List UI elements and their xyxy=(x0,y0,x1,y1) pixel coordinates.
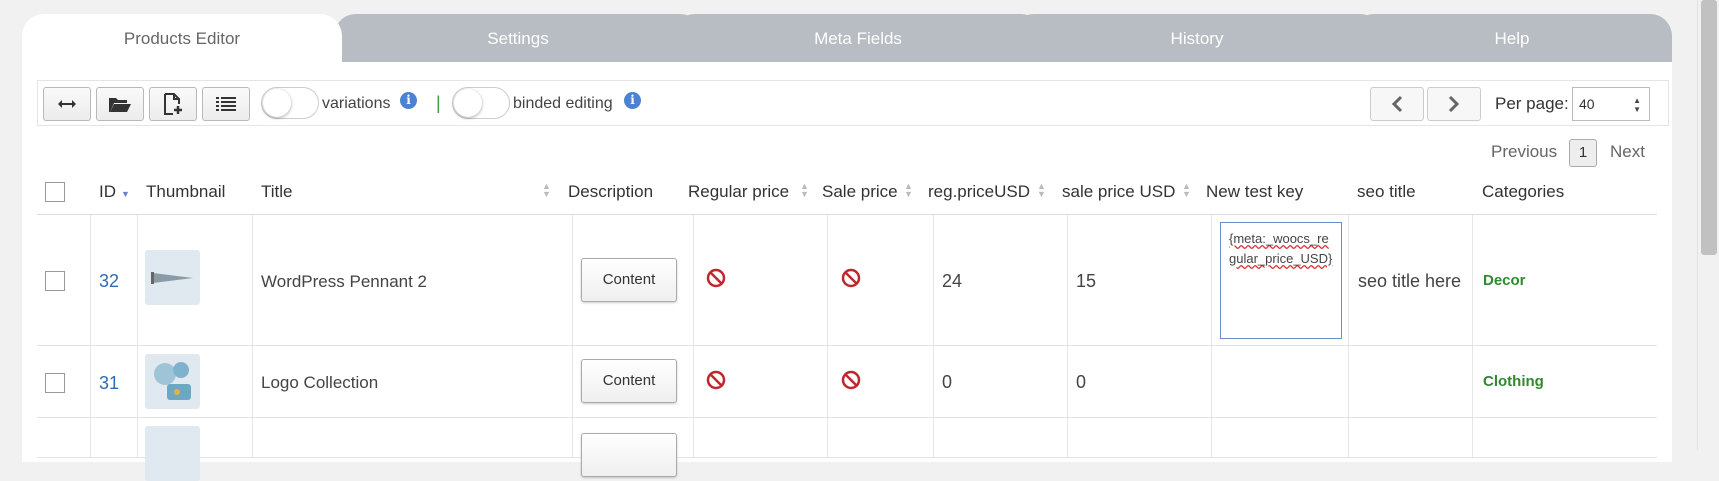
select-arrows-icon: ▲ ▼ xyxy=(1633,96,1641,114)
column-header-id[interactable]: ID xyxy=(99,182,116,202)
sort-icon: ▲ ▼ xyxy=(904,181,913,199)
no-value-icon[interactable] xyxy=(706,268,726,288)
product-thumbnail[interactable] xyxy=(145,250,200,305)
columns-list-button[interactable] xyxy=(202,87,250,121)
tab-bar: Products Editor Settings Meta Fields His… xyxy=(22,14,1672,64)
reg-price-usd-value[interactable]: 0 xyxy=(942,372,952,393)
description-content-button[interactable]: Content xyxy=(581,258,677,302)
chevron-left-icon xyxy=(1391,95,1403,113)
per-page-select[interactable]: 40 ▲ ▼ xyxy=(1572,87,1650,121)
tab-meta-fields[interactable]: Meta Fields xyxy=(673,14,1043,64)
tab-settings[interactable]: Settings xyxy=(334,14,702,64)
sort-icon: ▲ ▼ xyxy=(1037,181,1046,199)
sort-icon: ▲ ▼ xyxy=(1182,181,1191,199)
column-header-reg-price-usd[interactable]: reg.priceUSD xyxy=(928,182,1030,202)
description-content-button[interactable]: Content xyxy=(581,359,677,403)
table-row[interactable]: 32 WordPress Pennant 2 Content 24 15 {me… xyxy=(37,215,1657,346)
product-id-link[interactable]: 32 xyxy=(99,271,119,292)
pagination-previous[interactable]: Previous xyxy=(1491,142,1557,162)
variations-toggle[interactable] xyxy=(261,87,319,119)
binded-editing-info-icon[interactable]: i xyxy=(624,92,641,109)
toggle-knob xyxy=(454,89,482,117)
column-header-new-test-key: New test key xyxy=(1206,182,1304,201)
chevron-right-icon xyxy=(1448,95,1460,113)
open-folder-button[interactable] xyxy=(96,87,144,121)
no-value-icon[interactable] xyxy=(841,370,861,390)
prev-page-button[interactable] xyxy=(1370,87,1424,121)
product-title[interactable]: Logo Collection xyxy=(261,373,378,393)
folder-open-icon xyxy=(109,98,131,112)
product-title[interactable]: WordPress Pennant 2 xyxy=(261,272,427,292)
toolbar: variations i | binded editing i Per page… xyxy=(37,80,1669,126)
next-page-button[interactable] xyxy=(1427,87,1481,121)
sort-icon: ▲ ▼ xyxy=(800,181,809,199)
add-product-button[interactable] xyxy=(149,87,197,121)
no-value-icon[interactable] xyxy=(706,370,726,390)
list-icon xyxy=(216,97,236,111)
tab-products-editor[interactable]: Products Editor xyxy=(22,14,342,64)
table-row[interactable] xyxy=(37,418,1657,481)
description-content-button[interactable] xyxy=(581,433,677,477)
sort-desc-icon: ▼ xyxy=(121,189,130,199)
new-test-key-value: {meta:_woocs_regular_price_USD} xyxy=(1229,231,1333,266)
pennant-image xyxy=(151,272,193,284)
product-id-link[interactable]: 31 xyxy=(99,373,119,394)
logo-collection-image xyxy=(154,362,191,400)
table-row[interactable]: 31 Logo Collection Content 0 0 Clothing xyxy=(37,346,1657,418)
column-header-sale-price-usd[interactable]: sale price USD xyxy=(1062,182,1175,202)
row-checkbox[interactable] xyxy=(45,373,65,393)
per-page-label: Per page: xyxy=(1495,94,1569,113)
no-value-icon[interactable] xyxy=(841,268,861,288)
product-thumbnail[interactable] xyxy=(145,426,200,481)
variations-label: variations xyxy=(322,95,391,112)
seo-title-value[interactable]: seo title here xyxy=(1358,271,1461,292)
column-header-thumbnail: Thumbnail xyxy=(146,182,226,201)
column-header-seo-title: seo title xyxy=(1357,182,1416,201)
tab-help[interactable]: Help xyxy=(1352,14,1672,64)
pagination-next[interactable]: Next xyxy=(1610,142,1645,162)
expand-columns-button[interactable] xyxy=(43,87,91,121)
product-thumbnail[interactable] xyxy=(145,354,200,409)
column-header-sale-price[interactable]: Sale price xyxy=(822,182,898,202)
sort-icon: ▲ ▼ xyxy=(542,181,551,199)
category-link[interactable]: Decor xyxy=(1483,272,1526,289)
select-all-checkbox[interactable] xyxy=(45,182,65,202)
expand-horizontal-icon xyxy=(58,100,76,108)
category-link[interactable]: Clothing xyxy=(1483,373,1544,390)
tab-history[interactable]: History xyxy=(1012,14,1382,64)
per-page-value: 40 xyxy=(1579,96,1595,112)
column-header-description: Description xyxy=(568,182,654,201)
binded-editing-label: binded editing xyxy=(513,95,613,112)
toggle-knob xyxy=(263,89,291,117)
add-document-icon xyxy=(164,93,182,115)
binded-editing-toggle[interactable] xyxy=(452,87,510,119)
page-scrollbar[interactable] xyxy=(1697,0,1719,450)
variations-info-icon[interactable]: i xyxy=(400,92,417,109)
column-header-categories: Categories xyxy=(1482,182,1565,201)
table-header: ID ▼ Thumbnail Title ▲ ▼ Description Regu… xyxy=(37,160,1657,215)
column-header-title[interactable]: Title xyxy=(261,182,293,202)
row-checkbox[interactable] xyxy=(45,271,65,291)
reg-price-usd-value[interactable]: 24 xyxy=(942,271,962,292)
column-header-regular-price[interactable]: Regular price xyxy=(688,182,789,202)
sale-price-usd-value[interactable]: 0 xyxy=(1076,372,1086,393)
scrollbar-thumb[interactable] xyxy=(1701,0,1717,255)
app-frame: Products Editor Settings Meta Fields His… xyxy=(0,0,1719,481)
toolbar-separator: | xyxy=(436,93,441,113)
sale-price-usd-value[interactable]: 15 xyxy=(1076,271,1096,292)
new-test-key-textarea[interactable]: {meta:_woocs_regular_price_USD} xyxy=(1220,222,1342,339)
